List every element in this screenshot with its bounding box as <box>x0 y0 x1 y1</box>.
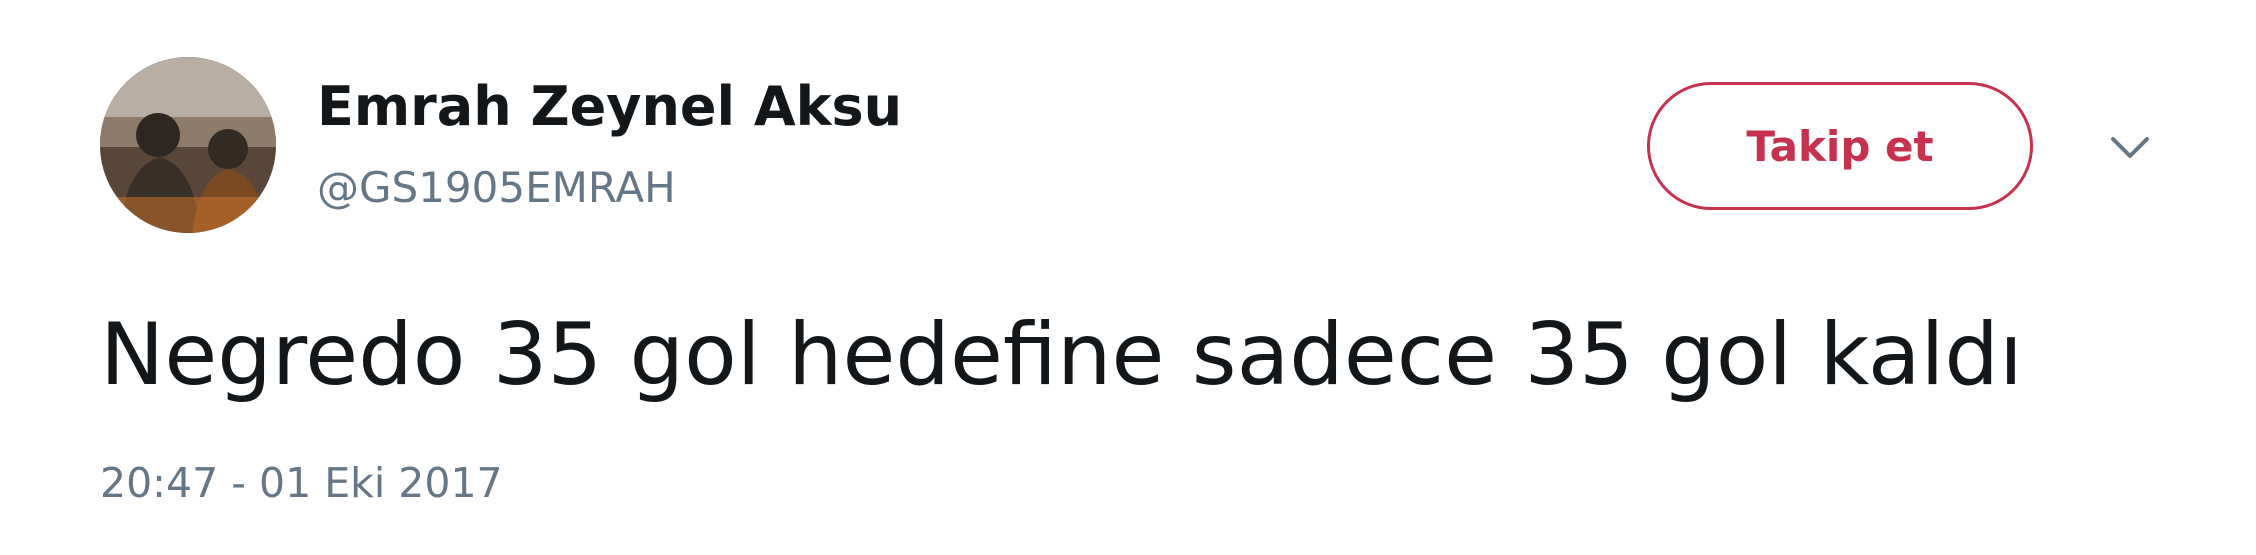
chevron-down-icon <box>2111 137 2149 158</box>
avatar[interactable] <box>100 57 276 233</box>
author-handle[interactable]: @GS1905EMRAH <box>317 160 676 216</box>
tweet-card: Emrah Zeynel Aksu @GS1905EMRAH Takip et … <box>0 0 2256 555</box>
tweet-text: Negredo 35 gol hedefine sadece 35 gol ka… <box>100 305 2023 405</box>
follow-button[interactable]: Takip et <box>1647 82 2033 210</box>
more-options-button[interactable] <box>2100 118 2160 178</box>
profile-photo <box>100 57 276 233</box>
follow-button-label: Takip et <box>1746 121 1934 171</box>
author-name[interactable]: Emrah Zeynel Aksu <box>317 72 902 142</box>
tweet-timestamp[interactable]: 20:47 - 01 Eki 2017 <box>100 455 503 511</box>
